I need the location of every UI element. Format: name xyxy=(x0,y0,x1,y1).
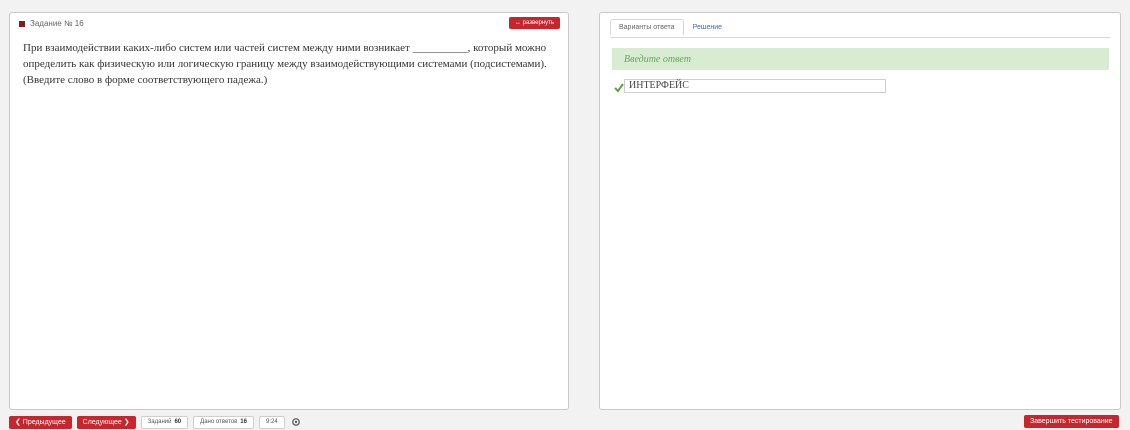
finish-test-button[interactable]: Завершить тестирование xyxy=(1024,415,1119,428)
question-panel: Задание № 16 ↔ развернуть При взаимодейс… xyxy=(9,12,569,410)
tasks-count: 60 xyxy=(174,419,182,425)
question-text: При взаимодействии каких-либо систем или… xyxy=(23,42,547,86)
task-label: Задание № 16 xyxy=(30,19,84,28)
gear-icon[interactable] xyxy=(290,416,302,428)
tab-solution[interactable]: Решение xyxy=(684,19,731,35)
bottom-toolbar: ❮ Предыдущее Следующее ❯ Заданий 60 Дано… xyxy=(9,414,302,430)
tasks-count-box: Заданий 60 xyxy=(140,415,189,429)
expand-button[interactable]: ↔ развернуть xyxy=(508,17,560,29)
tasks-label: Заданий xyxy=(147,419,172,425)
tab-answer-options[interactable]: Варианты ответа xyxy=(610,19,684,35)
timer: 9:24 xyxy=(265,419,278,425)
previous-button[interactable]: ❮ Предыдущее xyxy=(9,415,72,429)
next-button[interactable]: Следующее ❯ xyxy=(76,415,136,429)
timer-box: 9:24 xyxy=(258,415,285,429)
answered-label: Дано ответов xyxy=(200,419,238,425)
answered-count: 16 xyxy=(240,419,247,425)
answer-input[interactable]: ИНТЕРФЕЙС xyxy=(624,79,886,93)
task-header: Задание № 16 xyxy=(19,19,84,28)
answer-tabs: Варианты ответа Решение xyxy=(610,19,731,35)
answer-prompt: Введите ответ xyxy=(612,48,1109,70)
answer-panel: Варианты ответа Решение Введите ответ ИН… xyxy=(599,12,1121,410)
task-marker-icon xyxy=(19,20,25,27)
tab-divider xyxy=(610,37,1110,38)
answered-count-box: Дано ответов 16 xyxy=(193,415,254,429)
check-icon xyxy=(614,83,624,93)
